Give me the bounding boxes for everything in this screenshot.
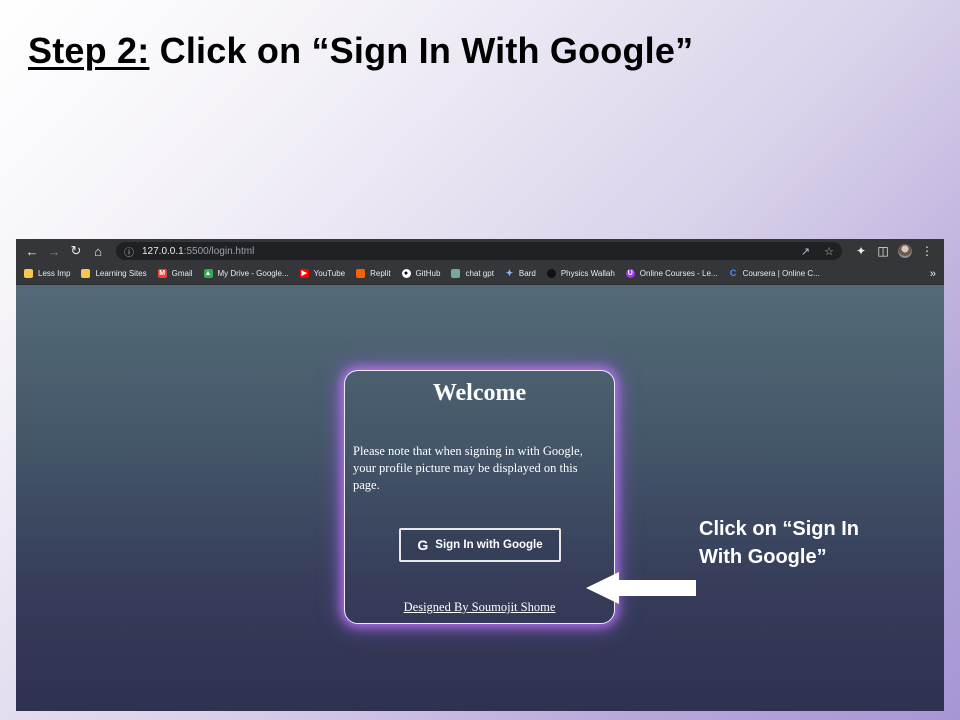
forward-icon[interactable]: → bbox=[44, 241, 64, 261]
bookmark-label: Online Courses - Le... bbox=[639, 269, 718, 278]
youtube-icon: ▶ bbox=[299, 269, 309, 278]
welcome-heading: Welcome bbox=[432, 380, 527, 406]
replit-icon bbox=[356, 269, 366, 278]
callout-text: Click on “Sign In With Google” bbox=[699, 515, 919, 571]
coursera-icon: C bbox=[729, 268, 737, 278]
gmail-icon: M bbox=[157, 269, 167, 278]
bookmark-label: My Drive - Google... bbox=[217, 269, 289, 278]
bookmark-item[interactable]: Learning Sites bbox=[81, 269, 147, 278]
bookmark-item[interactable]: ▲ My Drive - Google... bbox=[203, 269, 289, 278]
bookmark-label: Physics Wallah bbox=[560, 269, 615, 278]
drive-icon: ▲ bbox=[203, 269, 213, 278]
star-icon[interactable]: ☆ bbox=[824, 245, 834, 258]
bookmark-item[interactable]: ✦ Bard bbox=[505, 268, 536, 279]
sign-in-button-label: Sign In with Google bbox=[435, 539, 543, 551]
share-icon[interactable]: ↗ bbox=[801, 245, 810, 258]
bookmark-label: YouTube bbox=[313, 269, 346, 278]
udemy-icon: U bbox=[625, 269, 635, 278]
bookmark-item[interactable]: Physics Wallah bbox=[546, 269, 615, 278]
bookmark-item[interactable]: Replit bbox=[356, 269, 391, 278]
bookmark-label: Gmail bbox=[171, 269, 193, 278]
callout-line-1: Click on “Sign In bbox=[699, 518, 860, 540]
github-icon: ● bbox=[401, 269, 411, 278]
url-path: :5500/login.html bbox=[183, 245, 255, 257]
bookmark-item[interactable]: ● GitHub bbox=[401, 269, 441, 278]
profile-avatar[interactable] bbox=[898, 244, 912, 258]
profile-note: Please note that when signing in with Go… bbox=[353, 444, 583, 492]
sign-in-with-google-button[interactable]: G Sign In with Google bbox=[399, 528, 561, 562]
bookmark-label: Learning Sites bbox=[95, 269, 147, 278]
bookmark-item[interactable]: C Coursera | Online C... bbox=[729, 268, 820, 279]
home-icon[interactable]: ⌂ bbox=[88, 241, 108, 261]
bookmark-item[interactable]: Less Imp bbox=[24, 269, 70, 278]
callout-line-2: With Google” bbox=[699, 546, 827, 568]
bard-icon: ✦ bbox=[505, 268, 514, 278]
bookmark-label: chat gpt bbox=[465, 269, 494, 278]
menu-icon[interactable]: ⋮ bbox=[916, 244, 938, 258]
login-card: Welcome Please note that when signing in… bbox=[344, 370, 615, 624]
folder-icon bbox=[81, 269, 91, 278]
slide-title: Step 2: Click on “Sign In With Google” bbox=[28, 30, 693, 72]
bookmarks-bar: Less Imp Learning Sites M Gmail ▲ My Drive… bbox=[16, 263, 944, 285]
pw-icon bbox=[546, 269, 556, 278]
extensions-icon[interactable]: ✦ bbox=[850, 244, 872, 258]
bookmark-item[interactable]: M Gmail bbox=[157, 269, 193, 278]
back-icon[interactable]: ← bbox=[22, 241, 42, 261]
bookmark-label: Replit bbox=[370, 269, 391, 278]
reload-icon[interactable]: ↻ bbox=[66, 241, 86, 261]
chatgpt-icon bbox=[451, 269, 461, 278]
pointer-arrow-icon bbox=[586, 572, 696, 604]
more-bookmarks-icon[interactable]: » bbox=[930, 268, 936, 280]
side-panel-icon[interactable]: ◫ bbox=[872, 244, 894, 258]
login-page: Welcome Please note that when signing in… bbox=[16, 285, 944, 711]
bookmark-label: GitHub bbox=[415, 269, 441, 278]
address-bar[interactable]: ⓘ 127.0.0.1:5500/login.html ↗ ☆ bbox=[116, 242, 842, 260]
step-label: Step 2: bbox=[28, 30, 150, 71]
url-host: 127.0.0.1 bbox=[142, 245, 184, 257]
browser-screenshot: ← → ↻ ⌂ ⓘ 127.0.0.1:5500/login.html ↗ ☆ … bbox=[16, 239, 944, 711]
bookmark-label: Less Imp bbox=[38, 269, 71, 278]
bookmark-item[interactable]: U Online Courses - Le... bbox=[625, 269, 718, 278]
bookmark-label: Coursera | Online C... bbox=[742, 269, 820, 278]
bookmark-item[interactable]: chat gpt bbox=[451, 269, 494, 278]
bookmark-item[interactable]: ▶ YouTube bbox=[299, 269, 346, 278]
browser-toolbar: ← → ↻ ⌂ ⓘ 127.0.0.1:5500/login.html ↗ ☆ … bbox=[16, 239, 944, 263]
designed-by-link[interactable]: Designed By Soumojit Shome bbox=[345, 600, 614, 615]
site-info-icon[interactable]: ⓘ bbox=[124, 244, 134, 259]
title-text: Click on “Sign In With Google” bbox=[149, 30, 694, 71]
bookmark-label: Bard bbox=[518, 269, 536, 278]
google-icon: G bbox=[417, 537, 429, 553]
folder-icon bbox=[24, 269, 33, 278]
